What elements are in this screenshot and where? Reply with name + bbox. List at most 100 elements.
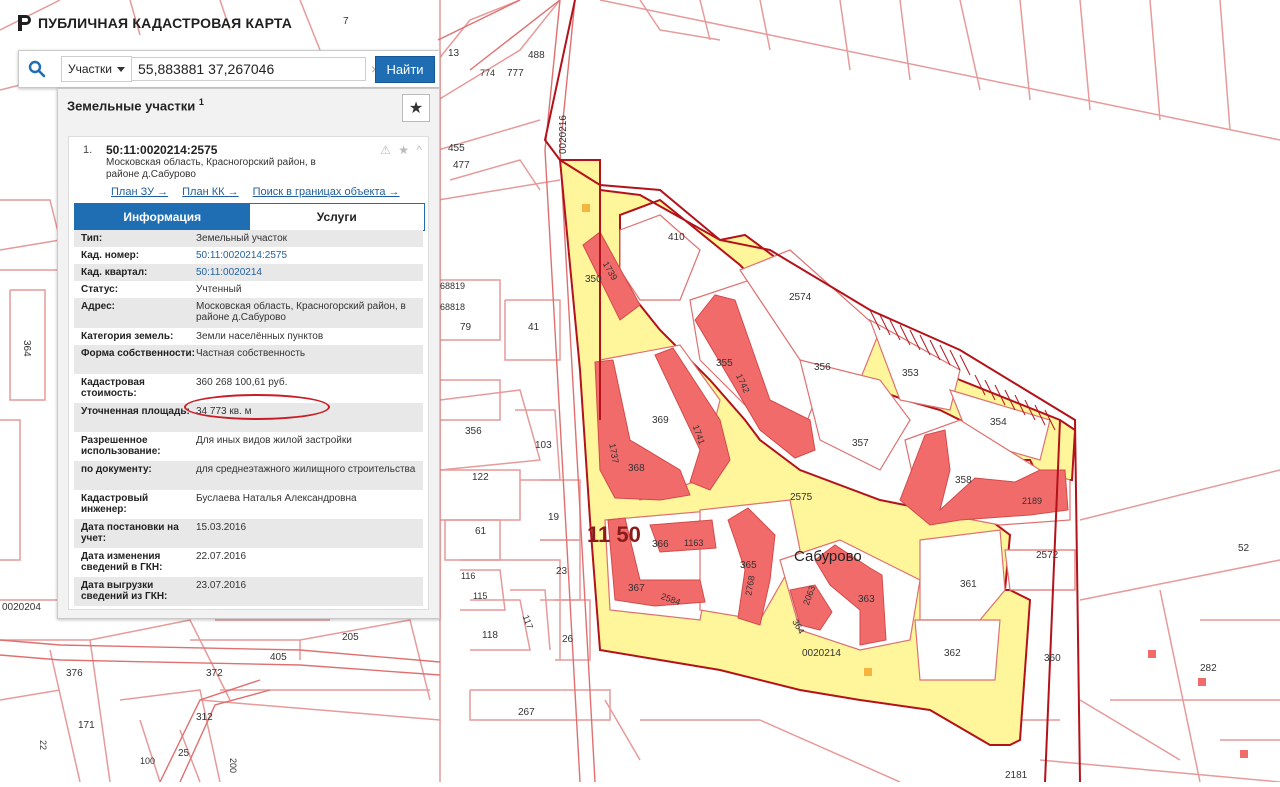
svg-text:79: 79 xyxy=(460,322,472,333)
svg-text:1163: 1163 xyxy=(684,538,703,548)
svg-text:68819: 68819 xyxy=(440,281,465,291)
svg-text:777: 777 xyxy=(507,68,524,79)
svg-text:7: 7 xyxy=(343,16,349,27)
svg-text:366: 366 xyxy=(652,539,669,550)
svg-text:2189: 2189 xyxy=(1022,496,1042,506)
info-row: Кадастровый инженер: Буслаева Наталья Але… xyxy=(74,490,423,519)
info-row: Тип: Земельный участок xyxy=(74,230,423,247)
svg-text:357: 357 xyxy=(852,438,869,449)
search-type-label: Участки xyxy=(68,62,112,76)
svg-text:356: 356 xyxy=(814,362,831,373)
svg-text:2572: 2572 xyxy=(1036,550,1059,561)
app-title: ПУБЛИЧНАЯ КАДАСТРОВАЯ КАРТА xyxy=(38,15,293,31)
svg-text:26: 26 xyxy=(562,634,574,645)
svg-text:205: 205 xyxy=(342,632,359,643)
svg-text:25: 25 xyxy=(178,748,190,759)
svg-text:367: 367 xyxy=(628,583,645,594)
svg-text:22: 22 xyxy=(38,740,48,750)
chevron-down-icon xyxy=(117,66,125,72)
svg-text:2574: 2574 xyxy=(789,292,812,303)
svg-text:350: 350 xyxy=(585,274,602,285)
info-row: Дата изменения сведений в ГКН: 22.07.2016 xyxy=(74,548,423,577)
info-row: по документу: для среднеэтажного жилищног… xyxy=(74,461,423,490)
result-count: 1 xyxy=(198,97,204,107)
cadastre-logo-icon xyxy=(18,15,31,31)
result-tabs: Информация Услуги xyxy=(74,203,425,231)
svg-text:356: 356 xyxy=(465,426,482,437)
info-row: Форма собственности: Частная собственност… xyxy=(74,345,423,374)
svg-text:100: 100 xyxy=(140,756,155,766)
result-links: План ЗУ → План КК → Поиск в границах объ… xyxy=(111,186,400,198)
result-cad-number[interactable]: 50:11:0020214:2575 xyxy=(106,143,217,157)
info-row: Кад. квартал: 50:11:0020214 xyxy=(74,264,423,281)
svg-text:354: 354 xyxy=(990,417,1007,428)
app-header: ПУБЛИЧНАЯ КАДАСТРОВАЯ КАРТА xyxy=(16,14,292,32)
svg-text:455: 455 xyxy=(448,143,465,154)
results-panel: Земельные участки 1 ★ 1. 50:11:0020214:2… xyxy=(57,88,440,619)
town-label: Сабурово xyxy=(794,548,862,565)
svg-text:200: 200 xyxy=(228,758,238,773)
svg-text:360: 360 xyxy=(1044,653,1061,664)
result-status-icons[interactable]: ⚠ ★ ^ xyxy=(380,143,424,157)
svg-text:364: 364 xyxy=(21,340,32,357)
svg-text:23: 23 xyxy=(556,566,568,577)
star-icon[interactable]: ★ xyxy=(402,94,430,122)
svg-text:13: 13 xyxy=(448,48,460,59)
svg-text:68818: 68818 xyxy=(440,302,465,312)
info-row: Разрешенное использование: Для иных видов… xyxy=(74,432,423,461)
search-input[interactable] xyxy=(132,57,366,81)
svg-text:2181: 2181 xyxy=(1005,770,1028,781)
svg-text:0020204: 0020204 xyxy=(2,602,41,613)
plan-kk-link[interactable]: План КК → xyxy=(182,186,238,198)
info-row: Дата постановки на учет: 15.03.2016 xyxy=(74,519,423,548)
tab-services[interactable]: Услуги xyxy=(249,204,424,230)
info-row: Кад. номер: 50:11:0020214:2575 xyxy=(74,247,423,264)
svg-text:362: 362 xyxy=(944,648,961,659)
svg-text:267: 267 xyxy=(518,707,535,718)
svg-text:19: 19 xyxy=(548,512,560,523)
svg-text:358: 358 xyxy=(955,475,972,486)
svg-text:369: 369 xyxy=(652,415,669,426)
find-button[interactable]: Найти xyxy=(375,56,435,83)
search-type-select[interactable]: Участки xyxy=(61,56,132,82)
svg-text:477: 477 xyxy=(453,160,470,171)
svg-text:361: 361 xyxy=(960,579,977,590)
svg-text:372: 372 xyxy=(206,668,223,679)
svg-text:103: 103 xyxy=(535,440,552,451)
info-row: Категория земель: Земли населённых пункто… xyxy=(74,328,423,345)
search-in-bounds-link[interactable]: Поиск в границах объекта → xyxy=(253,186,400,198)
svg-text:52: 52 xyxy=(1238,543,1250,554)
svg-text:774: 774 xyxy=(480,68,495,78)
info-row: Дата выгрузки сведений из ГКН: 23.07.2016 xyxy=(74,577,423,606)
svg-text:365: 365 xyxy=(740,560,757,571)
plan-zu-link[interactable]: План ЗУ → xyxy=(111,186,168,198)
svg-text:282: 282 xyxy=(1200,663,1217,674)
search-bar: Участки × Найти xyxy=(18,50,440,88)
result-index: 1. xyxy=(83,144,93,156)
svg-text:41: 41 xyxy=(528,322,540,333)
result-address: Московская область, Красногорский район,… xyxy=(106,157,316,180)
svg-text:488: 488 xyxy=(528,50,545,61)
svg-text:405: 405 xyxy=(270,652,287,663)
svg-text:368: 368 xyxy=(628,463,645,474)
info-row: Статус: Учтенный xyxy=(74,281,423,298)
panel-title: Земельные участки 1 xyxy=(67,97,204,114)
svg-text:122: 122 xyxy=(472,472,489,483)
svg-text:115: 115 xyxy=(473,591,487,601)
svg-text:353: 353 xyxy=(902,368,919,379)
tab-information[interactable]: Информация xyxy=(75,204,250,230)
svg-text:118: 118 xyxy=(482,630,498,641)
svg-text:2575: 2575 xyxy=(790,492,813,503)
ownership-highlight-circle xyxy=(184,394,330,420)
quarter-label: 11 50 xyxy=(587,522,641,547)
result-card: 1. 50:11:0020214:2575 Московская область… xyxy=(68,136,429,610)
svg-text:355: 355 xyxy=(716,358,733,369)
svg-text:61: 61 xyxy=(475,526,487,537)
svg-text:116: 116 xyxy=(461,571,475,581)
svg-text:0020214: 0020214 xyxy=(802,648,841,659)
svg-text:410: 410 xyxy=(668,232,685,243)
svg-text:312: 312 xyxy=(196,712,213,723)
search-icon[interactable] xyxy=(19,51,55,87)
svg-text:376: 376 xyxy=(66,668,83,679)
svg-text:171: 171 xyxy=(78,720,95,731)
